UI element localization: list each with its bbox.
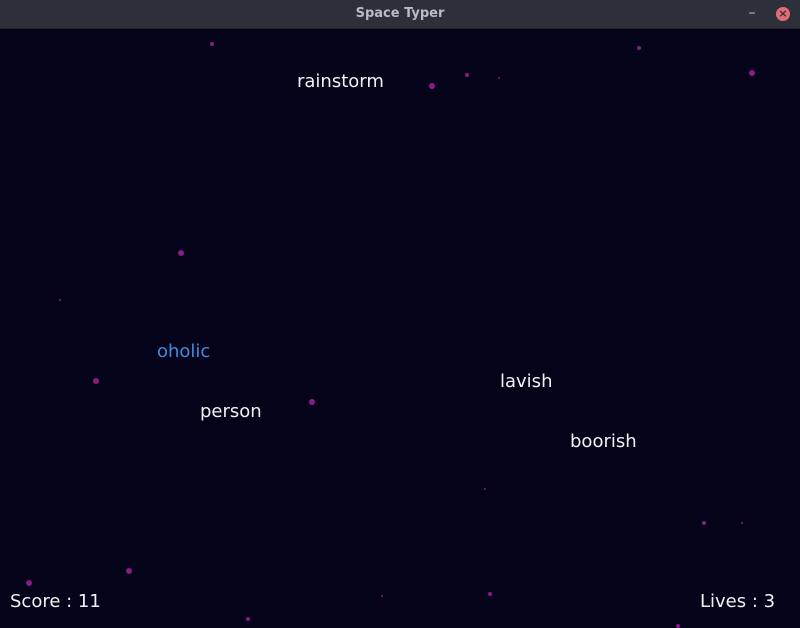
falling-word: rainstorm (297, 71, 384, 92)
star-icon (246, 617, 250, 621)
star-icon (465, 73, 469, 77)
star-icon (676, 624, 680, 628)
star-icon (749, 70, 755, 76)
window-title: Space Typer (355, 6, 445, 21)
star-icon (210, 42, 214, 46)
falling-word: lavish (500, 371, 553, 392)
lives-display: Lives : 3 (700, 591, 776, 612)
star-icon (309, 399, 315, 405)
star-icon (126, 568, 132, 574)
close-button[interactable]: × (776, 7, 790, 21)
star-icon (178, 250, 184, 256)
star-icon (26, 580, 32, 586)
star-icon (702, 521, 706, 525)
star-icon (59, 299, 61, 301)
active-word: oholic (157, 341, 211, 362)
star-icon (488, 592, 492, 596)
game-window: Space Typer – × rainstorm oholic lavish … (0, 0, 800, 628)
star-icon (381, 595, 383, 597)
score-display: Score : 11 (10, 591, 101, 612)
game-canvas[interactable]: rainstorm oholic lavish person boorish S… (0, 29, 800, 628)
star-icon (498, 77, 500, 79)
minimize-button[interactable]: – (744, 4, 760, 22)
close-icon: × (778, 7, 788, 20)
star-icon (93, 378, 99, 384)
star-icon (484, 488, 486, 490)
star-icon (637, 46, 641, 50)
falling-word: boorish (570, 431, 637, 452)
title-bar[interactable]: Space Typer – × (0, 0, 800, 29)
star-icon (741, 522, 743, 524)
falling-word: person (200, 401, 262, 422)
star-icon (429, 83, 435, 89)
